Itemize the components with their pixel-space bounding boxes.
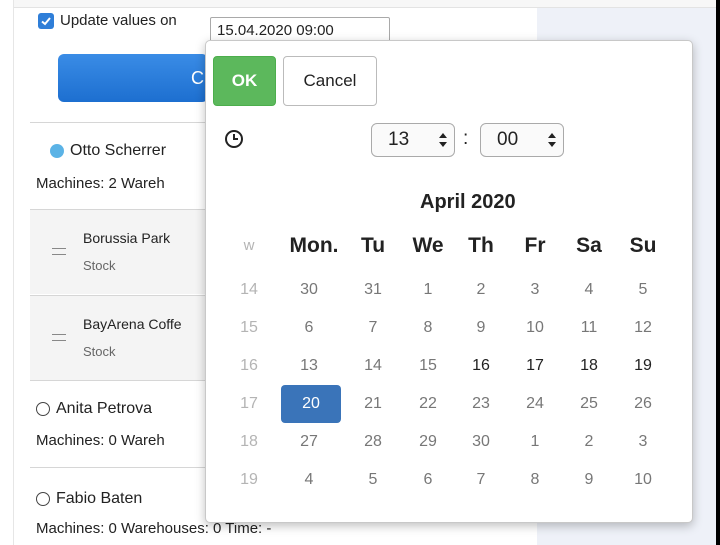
calendar-day[interactable]: 1 <box>403 275 453 305</box>
calendar-day[interactable]: 26 <box>618 389 668 419</box>
calendar-day[interactable]: 5 <box>348 465 398 495</box>
week-header: w <box>243 237 255 254</box>
top-strip <box>0 0 716 8</box>
calendar-day[interactable]: 24 <box>510 389 560 419</box>
calendar-day[interactable]: 27 <box>284 427 334 457</box>
week-number: 16 <box>240 357 258 374</box>
calendar-day[interactable]: 22 <box>403 389 453 419</box>
day-header: Mon. <box>289 234 339 257</box>
calendar-day[interactable]: 1 <box>510 427 560 457</box>
status-dot-icon <box>36 492 50 506</box>
drag-handle-icon[interactable] <box>52 334 66 341</box>
minute-select[interactable]: 00 <box>480 123 564 157</box>
warehouse-meta: Stock <box>83 344 116 359</box>
list-item[interactable]: Otto Scherrer <box>50 142 166 160</box>
calendar-day[interactable]: 5 <box>618 275 668 305</box>
calendar-day[interactable]: 14 <box>348 351 398 381</box>
calendar-day[interactable]: 13 <box>284 351 334 381</box>
calendar-day[interactable]: 10 <box>618 465 668 495</box>
left-gutter <box>0 0 14 545</box>
day-header: Tu <box>360 234 386 257</box>
day-header: Su <box>629 234 657 257</box>
window-edge <box>716 0 720 545</box>
calendar-day[interactable]: 23 <box>456 389 506 419</box>
calendar-day[interactable]: 4 <box>564 275 614 305</box>
calendar-day[interactable]: 16 <box>456 351 506 381</box>
update-values-label: Update values on <box>60 12 177 29</box>
updown-arrow-icon <box>439 133 447 147</box>
calendar-day[interactable]: 11 <box>564 313 614 343</box>
calendar-day[interactable]: 6 <box>403 465 453 495</box>
ok-button[interactable]: OK <box>213 56 276 106</box>
calendar-day[interactable]: 8 <box>403 313 453 343</box>
time-separator: : <box>463 128 469 149</box>
calendar-day[interactable]: 21 <box>348 389 398 419</box>
update-values-checkbox[interactable] <box>38 12 54 29</box>
week-number: 14 <box>240 281 258 298</box>
updown-arrow-icon <box>548 133 556 147</box>
calendar-day[interactable]: 7 <box>348 313 398 343</box>
update-values-row: Update values on <box>38 12 177 29</box>
calendar-day[interactable]: 8 <box>510 465 560 495</box>
calendar-day-selected[interactable]: 20 <box>281 385 341 423</box>
calendar-day[interactable]: 12 <box>618 313 668 343</box>
calendar-day[interactable]: 2 <box>456 275 506 305</box>
status-dot-icon <box>50 144 64 158</box>
check-icon <box>41 16 51 25</box>
calendar-day[interactable]: 25 <box>564 389 614 419</box>
calendar-day[interactable]: 28 <box>348 427 398 457</box>
calendar-day[interactable]: 9 <box>564 465 614 495</box>
status-dot-icon <box>36 402 50 416</box>
update-button[interactable]: C <box>58 54 208 102</box>
calendar-day[interactable]: 30 <box>284 275 334 305</box>
person-name: Fabio Baten <box>56 490 143 507</box>
list-item[interactable]: Fabio Baten <box>36 490 142 508</box>
clock-icon <box>225 130 243 148</box>
week-number: 17 <box>240 395 258 412</box>
calendar-day[interactable]: 31 <box>348 275 398 305</box>
minute-value: 00 <box>497 129 519 150</box>
calendar-day[interactable]: 9 <box>456 313 506 343</box>
day-header: Sa <box>576 234 602 257</box>
cancel-button[interactable]: Cancel <box>283 56 377 106</box>
datetime-picker-popup: OK Cancel 13 : 00 April 2020 w Mon. Tu W… <box>205 40 693 523</box>
week-number: 15 <box>240 319 258 336</box>
day-header: We <box>412 234 444 257</box>
calendar-day[interactable]: 29 <box>403 427 453 457</box>
calendar-day[interactable]: 18 <box>564 351 614 381</box>
calendar-day[interactable]: 19 <box>618 351 668 381</box>
list-item[interactable]: Anita Petrova <box>36 400 152 418</box>
drag-handle-icon[interactable] <box>52 248 66 255</box>
week-number: 18 <box>240 433 258 450</box>
calendar-day[interactable]: 6 <box>284 313 334 343</box>
calendar-day[interactable]: 3 <box>510 275 560 305</box>
month-title: April 2020 <box>420 191 516 213</box>
warehouse-name: BayArena Coffe <box>83 316 182 332</box>
day-header: Fr <box>524 234 546 257</box>
calendar-day[interactable]: 30 <box>456 427 506 457</box>
app-frame: Update values on 15.04.2020 09:00 C Otto… <box>0 0 720 545</box>
day-header: Th <box>468 234 494 257</box>
calendar-day[interactable]: 7 <box>456 465 506 495</box>
person-meta: Machines: 0 Wareh <box>36 432 165 449</box>
calendar-day[interactable]: 17 <box>510 351 560 381</box>
person-name: Otto Scherrer <box>70 142 167 159</box>
person-name: Anita Petrova <box>56 400 153 417</box>
person-meta: Machines: 2 Wareh <box>36 175 165 192</box>
week-number: 19 <box>240 471 258 488</box>
calendar-day[interactable]: 2 <box>564 427 614 457</box>
calendar-day[interactable]: 15 <box>403 351 453 381</box>
calendar-day[interactable]: 3 <box>618 427 668 457</box>
warehouse-name: Borussia Park <box>83 230 171 246</box>
hour-select[interactable]: 13 <box>371 123 455 157</box>
calendar-day[interactable]: 4 <box>284 465 334 495</box>
hour-value: 13 <box>388 129 410 150</box>
warehouse-meta: Stock <box>83 258 116 273</box>
calendar-day[interactable]: 10 <box>510 313 560 343</box>
